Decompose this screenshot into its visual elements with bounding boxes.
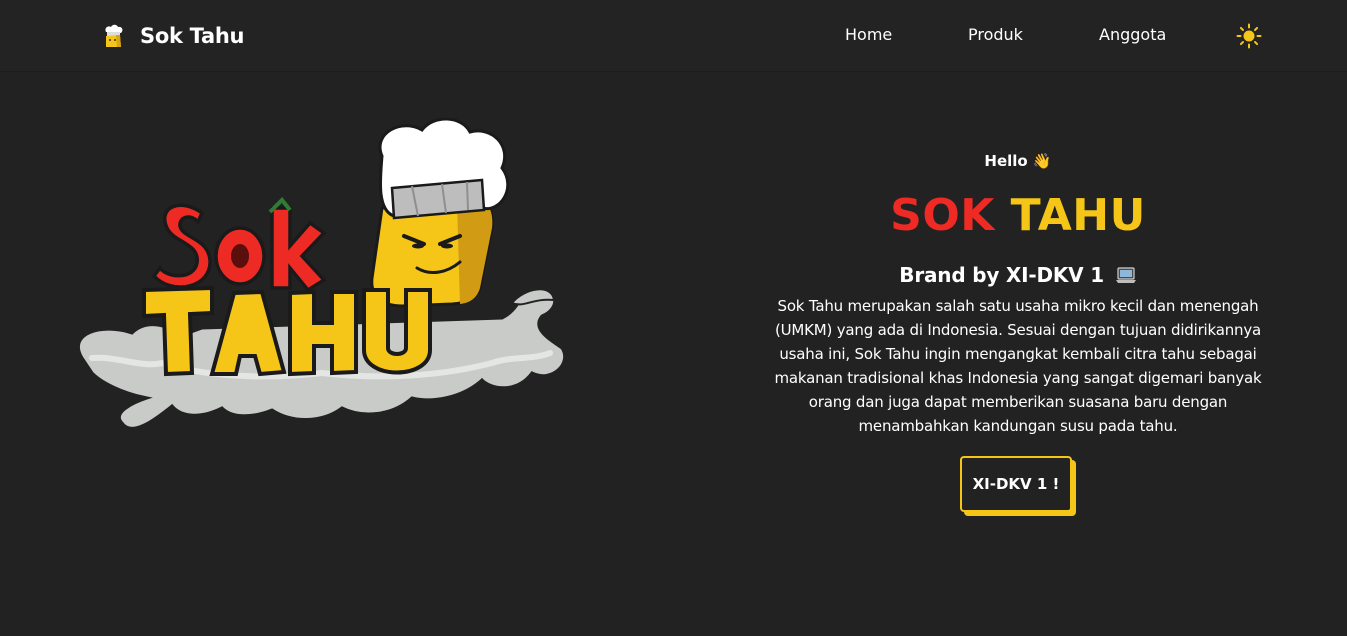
sok-tahu-logo	[77, 118, 567, 430]
laptop-icon	[1115, 267, 1136, 283]
cta-button[interactable]: XI-DKV 1 !	[960, 456, 1072, 512]
nav-home-link[interactable]: Home	[845, 25, 892, 44]
nav-produk-link[interactable]: Produk	[968, 25, 1023, 44]
hero-subtitle-text: Brand by XI-DKV 1	[899, 263, 1104, 287]
navbar: Sok Tahu Home Produk Anggota	[0, 0, 1347, 72]
hero-title: SOK TAHU	[748, 188, 1288, 244]
nav-anggota-link[interactable]: Anggota	[1099, 25, 1166, 44]
hero-text: Hello 👋 SOK TAHU Brand by XI-DKV 1 Sok T…	[748, 148, 1288, 516]
brand-name: Sok Tahu	[140, 24, 245, 48]
sun-icon[interactable]	[1236, 23, 1262, 49]
hero-subtitle: Brand by XI-DKV 1	[748, 256, 1288, 294]
brand[interactable]: Sok Tahu	[100, 20, 244, 52]
cta-wrapper: XI-DKV 1 !	[960, 456, 1076, 516]
hero-description: Sok Tahu merupakan salah satu usaha mikr…	[774, 297, 1262, 435]
hero-title-tahu: TAHU	[1010, 190, 1146, 241]
greeting: Hello 👋	[984, 152, 1052, 170]
hero-title-sok: SOK	[890, 190, 995, 241]
brand-logo-icon	[105, 24, 123, 47]
